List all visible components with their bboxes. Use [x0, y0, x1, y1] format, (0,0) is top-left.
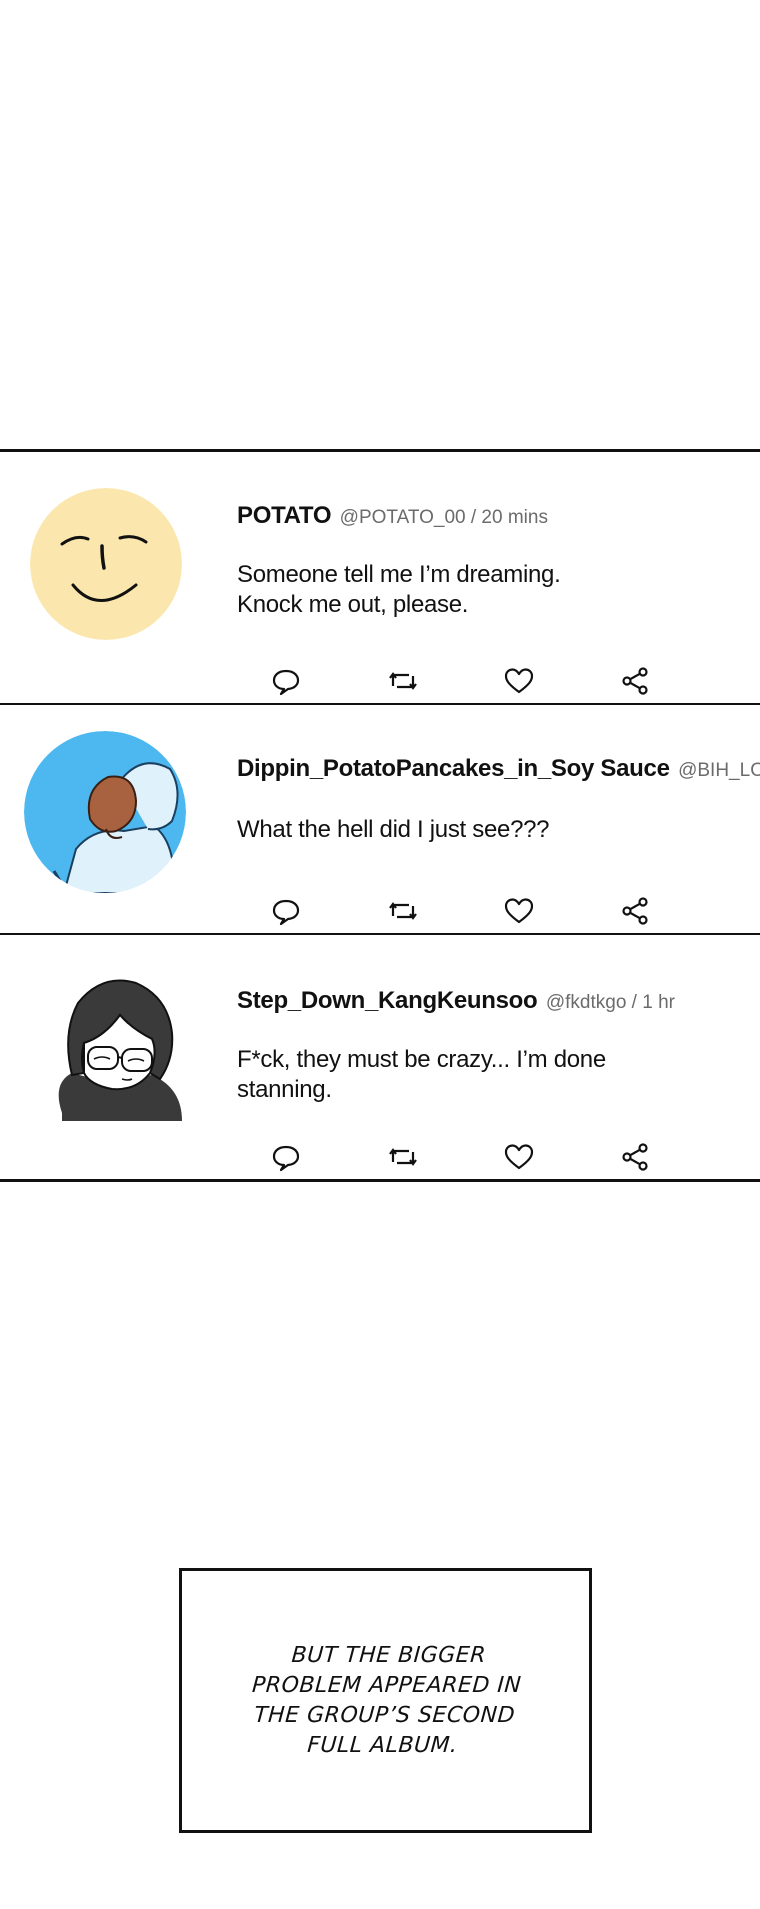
tweet-header: POTATO @POTATO_00 / 20 mins — [237, 502, 760, 530]
tweet-text: What the hell did I just see??? — [237, 815, 717, 845]
share-icon — [622, 897, 648, 925]
retweet-button[interactable] — [387, 665, 419, 697]
share-button[interactable] — [619, 665, 651, 697]
narration-box: BUT THE BIGGER PROBLEM APPEARED IN THE G… — [179, 1568, 592, 1833]
narration-text: BUT THE BIGGER PROBLEM APPEARED IN THE G… — [247, 1641, 525, 1761]
like-icon — [504, 668, 534, 694]
tweet-line: What the hell did I just see??? — [237, 816, 550, 843]
tweet-post: Dippin_PotatoPancakes_in_Soy Sauce @BIH_… — [0, 705, 760, 935]
like-icon — [504, 898, 534, 924]
retweet-icon — [389, 1148, 417, 1166]
reply-icon — [272, 1145, 300, 1172]
retweet-icon — [389, 902, 417, 920]
share-icon — [622, 1143, 648, 1171]
tweet-post: POTATO @POTATO_00 / 20 mins Someone tell… — [0, 452, 760, 705]
idol-back-view-avatar-icon — [24, 731, 186, 893]
smiley-face-avatar-icon — [30, 488, 182, 640]
reply-button[interactable] — [270, 895, 302, 927]
tweet-header: Dippin_PotatoPancakes_in_Soy Sauce @BIH_… — [237, 755, 760, 783]
man-with-glasses-avatar-icon — [58, 979, 182, 1121]
reply-icon — [272, 669, 300, 696]
reply-button[interactable] — [270, 1141, 302, 1173]
tweet-actions — [270, 1141, 670, 1173]
narration-line: PROBLEM APPEARED IN — [251, 1672, 523, 1698]
tweet-header: Step_Down_KangKeunsoo @fkdtkgo / 1 hr — [237, 987, 760, 1015]
retweet-icon — [389, 672, 417, 690]
username[interactable]: Step_Down_KangKeunsoo — [237, 987, 538, 1014]
retweet-button[interactable] — [387, 1141, 419, 1173]
tweet-line: F*ck, they must be crazy... I’m done — [237, 1046, 606, 1073]
username[interactable]: Dippin_PotatoPancakes_in_Soy Sauce — [237, 755, 670, 782]
handle: @POTATO_00 / 20 mins — [339, 507, 548, 528]
tweet-line: Knock me out, please. — [237, 591, 469, 618]
tweet-feed: POTATO @POTATO_00 / 20 mins Someone tell… — [0, 449, 760, 1182]
like-button[interactable] — [503, 665, 535, 697]
avatar[interactable] — [32, 963, 190, 1121]
tweet-text: Someone tell me I’m dreaming. Knock me o… — [237, 560, 717, 620]
like-button[interactable] — [503, 895, 535, 927]
reply-button[interactable] — [270, 665, 302, 697]
avatar[interactable] — [30, 488, 182, 640]
tweet-text: F*ck, they must be crazy... I’m done sta… — [237, 1045, 717, 1105]
tweet-actions — [270, 665, 670, 697]
avatar[interactable] — [24, 731, 186, 893]
narration-line: THE GROUP’S SECOND — [253, 1702, 516, 1728]
tweet-line: stanning. — [237, 1076, 332, 1103]
reply-icon — [272, 899, 300, 926]
retweet-button[interactable] — [387, 895, 419, 927]
narration-line: BUT THE BIGGER — [290, 1642, 487, 1668]
handle: @fkdtkgo / 1 hr — [545, 992, 675, 1013]
tweet-actions — [270, 895, 670, 927]
handle: @BIH_LOV — [678, 760, 760, 781]
tweet-line: Someone tell me I’m dreaming. — [237, 561, 561, 588]
like-icon — [504, 1144, 534, 1170]
share-button[interactable] — [619, 1141, 651, 1173]
narration-line: FULL ALBUM. — [306, 1732, 459, 1758]
share-icon — [622, 667, 648, 695]
like-button[interactable] — [503, 1141, 535, 1173]
tweet-post: Step_Down_KangKeunsoo @fkdtkgo / 1 hr F*… — [0, 935, 760, 1182]
share-button[interactable] — [619, 895, 651, 927]
username[interactable]: POTATO — [237, 502, 332, 529]
